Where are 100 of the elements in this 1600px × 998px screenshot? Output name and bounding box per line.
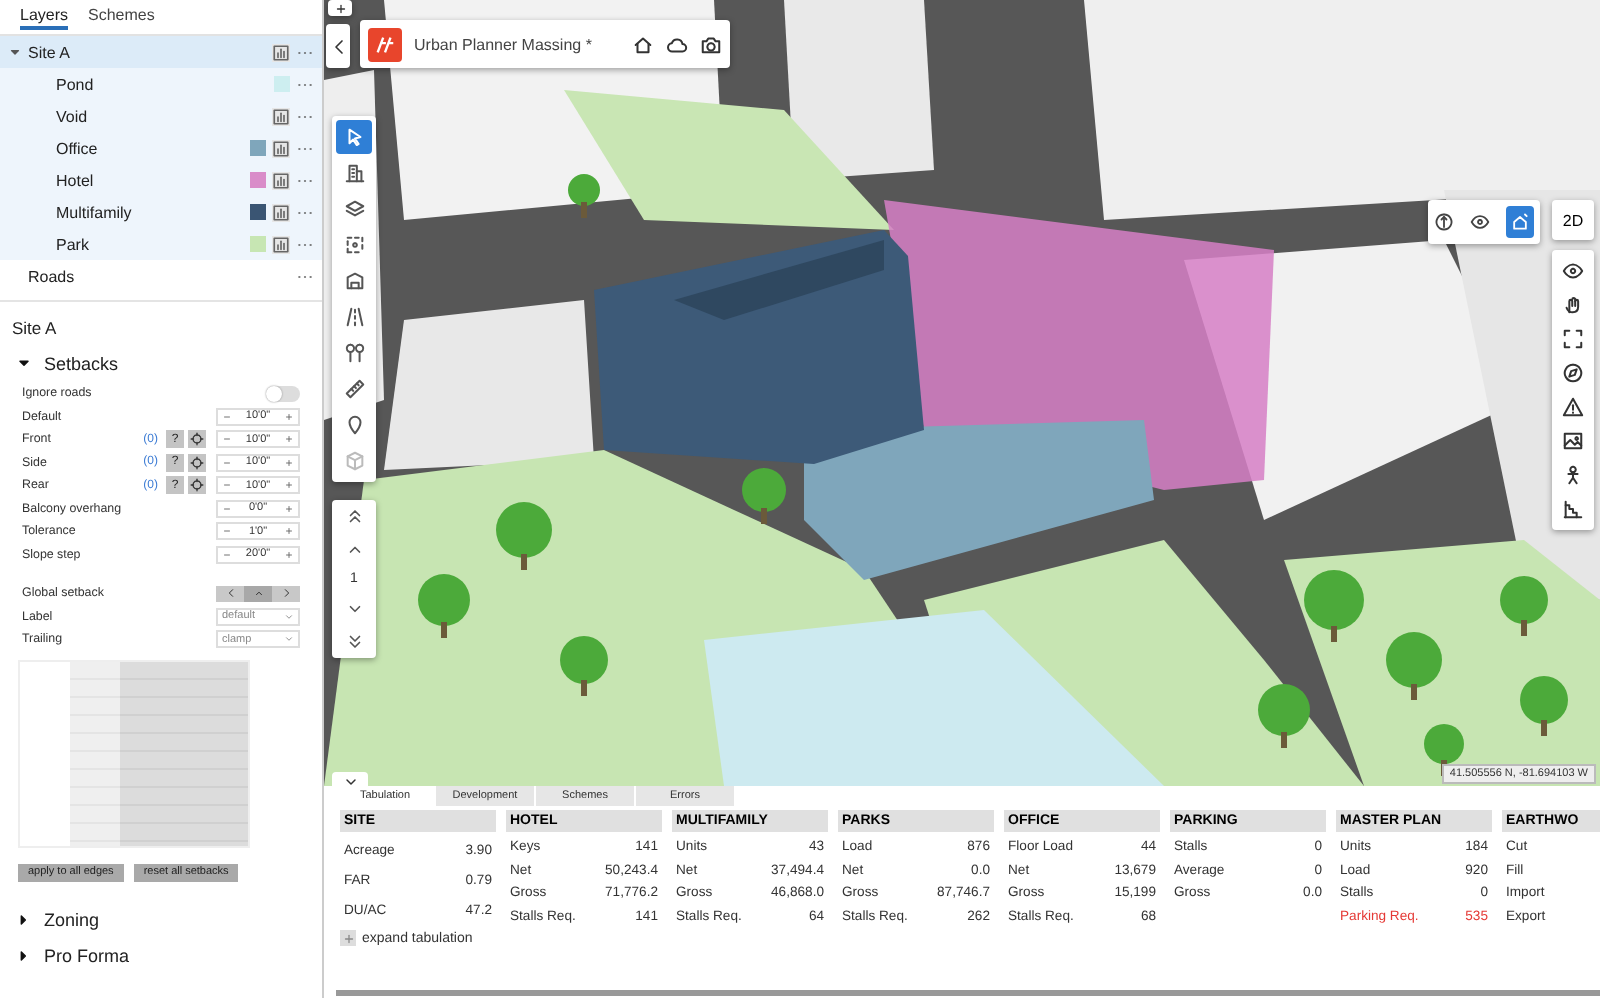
compass-icon[interactable] xyxy=(1434,212,1454,232)
layer-row[interactable]: Multifamily xyxy=(0,196,322,228)
minus-icon xyxy=(222,549,232,560)
chart-icon[interactable] xyxy=(272,107,290,125)
minus-icon xyxy=(222,434,232,445)
ruler-icon xyxy=(343,378,365,400)
compass-icon[interactable] xyxy=(1562,362,1584,384)
layer-row[interactable]: Pond xyxy=(0,68,322,100)
section-header[interactable]: Setbacks xyxy=(0,346,322,382)
chevron-down-icon[interactable] xyxy=(345,600,363,618)
arrow-up-icon xyxy=(253,588,263,599)
plus-icon xyxy=(284,526,294,537)
scrollbar[interactable] xyxy=(336,990,1600,996)
layer-name: Park xyxy=(56,235,91,253)
layer-name: Office xyxy=(56,139,100,157)
cube-icon xyxy=(343,450,365,472)
layer-name: Roads xyxy=(28,267,77,285)
toggle-switch[interactable] xyxy=(266,385,300,402)
chart-icon[interactable] xyxy=(272,203,290,221)
layers-icon xyxy=(343,198,365,220)
target-button[interactable] xyxy=(188,453,206,472)
target-button[interactable] xyxy=(188,430,206,449)
chevron-down-icon xyxy=(284,611,294,622)
segment-button[interactable] xyxy=(216,585,244,602)
chart-icon[interactable] xyxy=(272,139,290,157)
section-header[interactable]: Zoning xyxy=(0,901,322,937)
section-title: Zoning xyxy=(44,909,100,929)
target-icon xyxy=(190,478,204,493)
expand-icon[interactable] xyxy=(1562,328,1584,350)
site-title: Site A xyxy=(10,316,59,342)
layer-name: Void xyxy=(56,107,90,125)
image-icon[interactable] xyxy=(1562,430,1584,452)
pointer-icon xyxy=(343,126,365,148)
building-icon xyxy=(343,162,365,184)
eye-icon xyxy=(1470,212,1490,232)
collapse-panel-button[interactable] xyxy=(326,24,350,68)
house-icon xyxy=(1510,212,1530,232)
plus-icon xyxy=(284,434,294,445)
section-header[interactable]: Pro Forma xyxy=(0,937,322,973)
person-icon[interactable] xyxy=(1562,464,1584,486)
chevron-down-icon xyxy=(284,634,294,645)
home-icon[interactable] xyxy=(632,33,654,55)
select-area-icon xyxy=(343,234,365,256)
double-chevron-down-icon[interactable] xyxy=(345,632,363,650)
layer-name: Multifamily xyxy=(56,203,134,221)
tool-button[interactable] xyxy=(336,120,372,154)
view-mode-button[interactable]: 2D xyxy=(1552,200,1594,240)
arrow-left-icon xyxy=(225,588,235,599)
layer-row[interactable]: Hotel xyxy=(0,164,322,196)
plus-icon xyxy=(284,549,294,560)
road-icon xyxy=(343,306,365,328)
hand-icon[interactable] xyxy=(1562,294,1584,316)
cloud-icon[interactable] xyxy=(666,33,688,55)
plus-icon xyxy=(341,931,355,945)
target-button[interactable] xyxy=(188,476,206,495)
layer-row[interactable]: Park xyxy=(0,228,322,260)
plus-icon xyxy=(284,411,294,422)
block-icon xyxy=(343,270,365,292)
logo-icon xyxy=(374,33,396,55)
plus-icon xyxy=(284,480,294,491)
target-icon xyxy=(190,432,204,447)
segment-button[interactable] xyxy=(244,585,272,602)
project-title: Urban Planner Massing * xyxy=(414,35,594,53)
double-chevron-up-icon[interactable] xyxy=(345,508,363,526)
collapse-tabulation-button[interactable] xyxy=(332,772,368,786)
minus-icon xyxy=(222,457,232,468)
layer-row[interactable]: Void xyxy=(0,100,322,132)
layer-row[interactable]: Roads xyxy=(0,260,322,292)
layer-name: Hotel xyxy=(56,171,96,189)
chevron-left-icon xyxy=(329,37,347,55)
camera-icon[interactable] xyxy=(700,33,722,55)
stairs-icon[interactable] xyxy=(1562,498,1584,520)
plus-icon xyxy=(284,503,294,514)
layer-name: Site A xyxy=(28,43,72,61)
minus-icon xyxy=(222,503,232,514)
section-title: Setbacks xyxy=(44,354,119,374)
warning-icon[interactable] xyxy=(1562,396,1584,418)
panel-tab[interactable]: Layers xyxy=(20,4,69,30)
chart-icon[interactable] xyxy=(272,171,290,189)
view-toggle-button[interactable] xyxy=(1506,206,1534,238)
plus-icon xyxy=(284,457,294,468)
tree-icon xyxy=(343,342,365,364)
chart-icon[interactable] xyxy=(272,43,290,61)
chevron-down-icon xyxy=(341,774,359,786)
minus-icon xyxy=(222,526,232,537)
pin-icon xyxy=(343,414,365,436)
section-title: Pro Forma xyxy=(44,945,130,965)
chart-icon[interactable] xyxy=(272,235,290,253)
layer-name: Pond xyxy=(56,75,96,93)
zoom-in-button[interactable] xyxy=(328,0,352,16)
eye-icon[interactable] xyxy=(1562,260,1584,282)
panel-tab[interactable]: Schemes xyxy=(88,4,155,30)
target-icon xyxy=(190,455,204,470)
plus-icon xyxy=(333,1,347,15)
arrow-right-icon xyxy=(281,588,291,599)
layer-row[interactable]: Site A xyxy=(0,36,322,68)
layer-row[interactable]: Office xyxy=(0,132,322,164)
segment-button[interactable] xyxy=(272,585,300,602)
minus-icon xyxy=(222,480,232,491)
minus-icon xyxy=(222,411,232,422)
